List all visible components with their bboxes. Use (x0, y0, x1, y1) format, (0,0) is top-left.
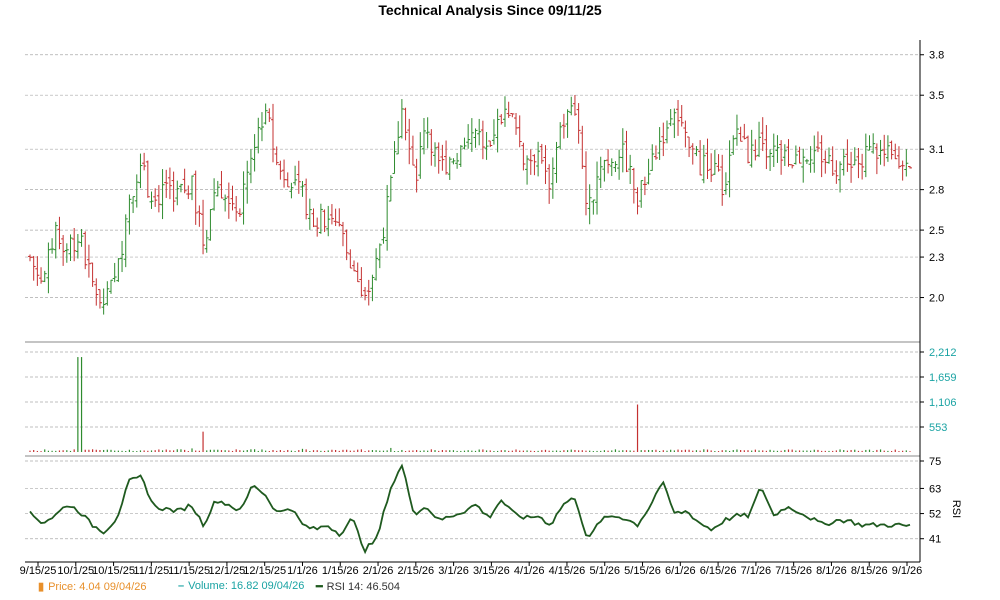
legend-price-text: Price: 4.04 09/04/26 (48, 581, 147, 593)
rsi-tick-label: 75 (929, 456, 941, 468)
x-tick-label: 10/15/25 (92, 565, 135, 577)
x-tick-label: 7/1/26 (741, 565, 772, 577)
rsi-axis-label: RSI (950, 500, 962, 518)
rsi-tick-label: 63 (929, 483, 941, 495)
x-tick-label: 8/1/26 (816, 565, 847, 577)
x-tick-label: 9/15/25 (20, 565, 57, 577)
volume-tick-label: 1,659 (929, 372, 957, 384)
x-tick-label: 4/1/26 (514, 565, 545, 577)
legend-rsi-text: RSI 14: 46.504 (326, 581, 401, 593)
price-tick-label: 3.1 (929, 144, 944, 156)
x-tick-label: 9/1/26 (892, 565, 923, 577)
legend-volume: – Volume: 16.82 09/04/26 (178, 580, 304, 592)
x-tick-label: 8/15/26 (851, 565, 888, 577)
price-tick-label: 3.8 (929, 50, 944, 62)
price-tick-label: 2.0 (929, 293, 944, 305)
x-tick-label: 10/1/25 (57, 565, 94, 577)
x-tick-label: 3/1/26 (438, 565, 469, 577)
x-tick-label: 3/15/26 (473, 565, 510, 577)
volume-tick-label: 553 (929, 422, 947, 434)
price-tick-label: 2.8 (929, 185, 944, 197)
rsi-legend-icon: ━ (316, 581, 323, 593)
x-tick-label: 12/15/25 (243, 565, 286, 577)
x-tick-label: 1/1/26 (287, 565, 318, 577)
x-tick-label: 2/1/26 (363, 565, 394, 577)
legend-volume-text: Volume: 16.82 09/04/26 (188, 580, 305, 592)
price-legend-icon: ▮ (38, 581, 45, 593)
x-tick-label: 5/1/26 (589, 565, 620, 577)
volume-tick-label: 2,212 (929, 347, 957, 359)
volume-legend-icon: – (178, 580, 185, 592)
volume-tick-label: 1,106 (929, 397, 957, 409)
x-tick-label: 6/15/26 (700, 565, 737, 577)
price-tick-label: 3.5 (929, 90, 944, 102)
rsi-tick-label: 41 (929, 534, 941, 546)
x-tick-label: 7/15/26 (775, 565, 812, 577)
x-tick-label: 11/15/25 (168, 565, 210, 577)
rsi-tick-label: 52 (929, 509, 941, 521)
legend-price: ▮ Price: 4.04 09/04/26 (38, 580, 147, 593)
x-tick-label: 2/15/26 (397, 565, 434, 577)
x-tick-label: 1/15/26 (322, 565, 359, 577)
legend-rsi: ━ RSI 14: 46.504 (316, 580, 400, 593)
x-tick-label: 4/15/26 (549, 565, 586, 577)
x-tick-label: 12/1/25 (209, 565, 246, 577)
technical-chart: 3.8 3.5 3.1 2.8 2.5 2.3 2.0 2,212 1,659 1,106 553 7… (20, 40, 962, 577)
x-tick-label: 11/1/25 (133, 565, 169, 577)
price-tick-label: 2.5 (929, 225, 944, 237)
price-tick-label: 2.3 (929, 252, 944, 264)
x-tick-label: 5/15/26 (624, 565, 661, 577)
x-tick-label: 6/1/26 (665, 565, 696, 577)
